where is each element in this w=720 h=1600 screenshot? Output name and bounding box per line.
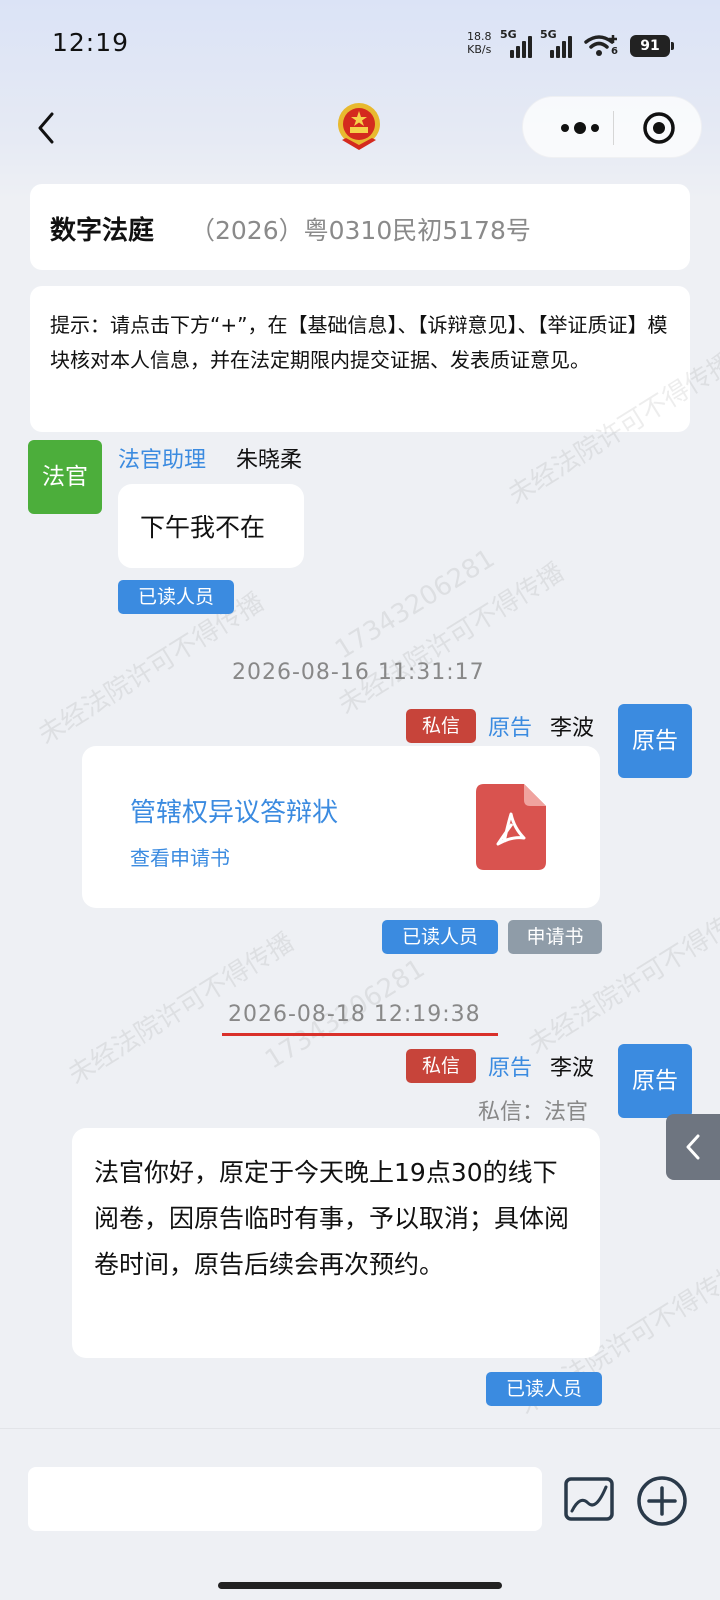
avatar[interactable]: 原告 xyxy=(618,704,692,778)
home-indicator xyxy=(218,1582,502,1589)
network-speed-unit: KB/s xyxy=(467,43,492,56)
sender-name: 李波 xyxy=(550,716,595,741)
watermark: 17343206281 xyxy=(330,543,501,666)
file-title: 管辖权异议答辩状 xyxy=(130,798,339,828)
signal-icon: 5G xyxy=(500,28,538,58)
timestamp-underline xyxy=(222,1033,498,1036)
status-time: 12:19 xyxy=(52,28,130,57)
pdf-icon xyxy=(476,784,546,870)
private-message-tag: 私信 xyxy=(406,1049,476,1083)
read-members-tag[interactable]: 已读人员 xyxy=(118,580,234,614)
network-type-label: 5G xyxy=(500,28,517,41)
more-dots-icon xyxy=(591,124,599,132)
wifi-sub-label: 6 xyxy=(611,46,618,57)
target-circle-icon xyxy=(643,112,675,144)
watermark: 未经法院许可不得传播 xyxy=(523,897,720,1061)
plus-circle-icon xyxy=(637,1476,687,1526)
sender-name: 朱晓柔 xyxy=(236,448,303,473)
message-timestamp: 2026-08-18 12:19:38 xyxy=(228,1002,481,1027)
message-bubble[interactable]: 法官你好，原定于今天晚上19点30的线下阅卷，因原告临时有事，予以取消；具体阅卷… xyxy=(72,1128,600,1358)
network-speed-value: 18.8 xyxy=(467,30,492,43)
chevron-left-icon xyxy=(686,1134,700,1160)
message-input[interactable] xyxy=(28,1467,542,1531)
network-speed: 18.8 KB/s xyxy=(467,30,492,56)
wifi-icon: 6 xyxy=(584,32,620,60)
read-members-tag[interactable]: 已读人员 xyxy=(486,1372,602,1406)
battery-icon: 91 xyxy=(630,35,674,57)
message-text: 下午我不在 xyxy=(140,513,266,542)
page-title: 数字法庭 xyxy=(50,216,155,246)
tip-card: 提示：请点击下方“+”，在【基础信息】、【诉辩意见】、【举证质证】模块核对本人信… xyxy=(30,286,690,432)
message-timestamp: 2026-08-16 11:31:17 xyxy=(232,660,485,685)
watermark: 未经法院许可不得传播 xyxy=(333,557,570,721)
side-panel-toggle[interactable] xyxy=(666,1114,720,1180)
image-chart-button[interactable] xyxy=(562,1473,616,1527)
more-dots-icon xyxy=(574,122,586,134)
private-message-tag: 私信 xyxy=(406,709,476,743)
case-number: （2026）粤0310民初5178号 xyxy=(190,216,531,245)
case-title-card: 数字法庭 （2026）粤0310民初5178号 xyxy=(30,184,690,270)
chart-image-icon xyxy=(564,1477,614,1521)
sender-role: 法官助理 xyxy=(118,448,207,473)
back-button[interactable] xyxy=(28,108,68,148)
message-bubble[interactable]: 下午我不在 xyxy=(118,484,304,568)
signal-icon: 5G xyxy=(540,28,578,58)
mini-program-capsule xyxy=(522,96,702,158)
application-type-tag: 申请书 xyxy=(508,920,602,954)
read-members-tag[interactable]: 已读人员 xyxy=(382,920,498,954)
avatar[interactable]: 法官 xyxy=(28,440,102,514)
private-recipient-label: 私信：法官 xyxy=(478,1100,589,1125)
more-button[interactable] xyxy=(541,105,611,151)
sender-role: 原告 xyxy=(488,716,533,741)
avatar[interactable]: 原告 xyxy=(618,1044,692,1118)
file-message-card[interactable]: 管辖权异议答辩状 查看申请书 xyxy=(82,746,600,908)
national-emblem-icon xyxy=(334,100,384,154)
tip-text: 提示：请点击下方“+”，在【基础信息】、【诉辩意见】、【举证质证】模块核对本人信… xyxy=(50,313,668,372)
chevron-left-icon xyxy=(38,112,54,144)
network-type-label: 5G xyxy=(540,28,557,41)
add-button[interactable] xyxy=(634,1473,690,1529)
status-bar: 12:19 18.8 KB/s 5G 5G 6 91 xyxy=(0,0,720,92)
view-application-link[interactable]: 查看申请书 xyxy=(130,842,230,871)
input-bar xyxy=(0,1428,720,1600)
message-text: 法官你好，原定于今天晚上19点30的线下阅卷，因原告临时有事，予以取消；具体阅卷… xyxy=(94,1158,570,1279)
sender-role: 原告 xyxy=(488,1056,533,1081)
sender-name: 李波 xyxy=(550,1056,595,1081)
capsule-divider xyxy=(613,111,614,145)
close-button[interactable] xyxy=(638,107,680,149)
more-dots-icon xyxy=(561,124,569,132)
